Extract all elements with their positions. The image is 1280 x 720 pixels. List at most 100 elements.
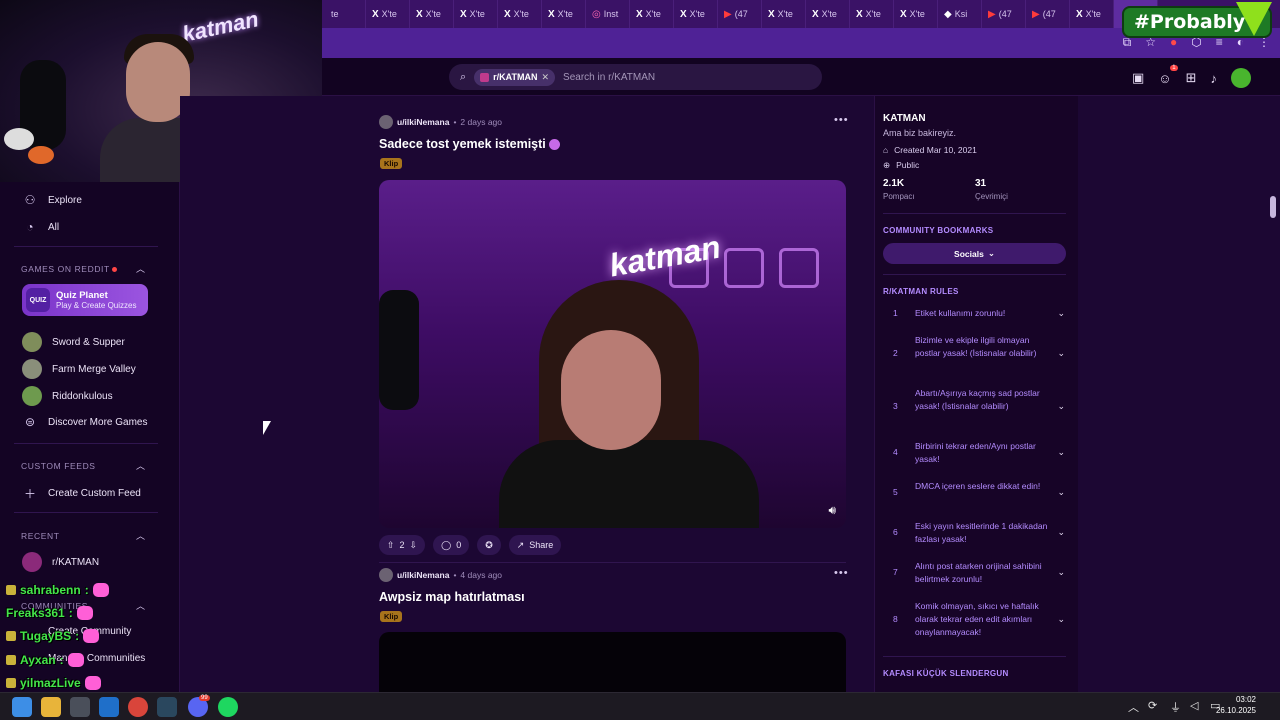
system-clock[interactable]: 03:02 26.10.2025 <box>1216 694 1256 716</box>
post-more-options-icon[interactable]: ••• <box>834 567 849 579</box>
chevron-down-icon[interactable]: ⌄ <box>1057 307 1065 320</box>
post-video[interactable]: katman 🔊︎ <box>379 180 846 528</box>
chevron-down-icon[interactable]: ⌄ <box>1057 440 1065 466</box>
tab-favicon-icon: ▶ <box>724 8 732 20</box>
post-more-options-icon[interactable]: ••• <box>834 114 849 126</box>
advertise-icon[interactable]: ▣ <box>1132 70 1144 86</box>
browser-tab[interactable]: X X'te <box>630 0 674 28</box>
start-icon[interactable] <box>12 697 32 717</box>
rule-item[interactable]: 6 Eski yayın kesitlerinde 1 dakikadan faz… <box>893 520 1065 546</box>
post-flair[interactable]: Klip <box>380 158 403 169</box>
award-button[interactable]: ✪ <box>477 535 501 555</box>
post-title[interactable]: Awpsiz map hatırlatması <box>379 590 525 604</box>
browser-tab[interactable]: X X'te <box>674 0 718 28</box>
create-post-icon[interactable]: ⊞ <box>1186 70 1197 86</box>
upvote-icon[interactable]: ⇧ <box>387 540 395 551</box>
spotify-icon[interactable] <box>218 697 238 717</box>
browser-tab[interactable]: X X'te <box>850 0 894 28</box>
browser-tab[interactable]: X X'te <box>542 0 586 28</box>
chat-icon[interactable]: ☺ 1 <box>1158 64 1178 86</box>
search-placeholder[interactable]: Search in r/KATMAN <box>563 72 655 83</box>
user-avatar[interactable] <box>1230 68 1251 88</box>
chevron-up-icon[interactable]: ︿ <box>136 262 145 275</box>
share-label: Share <box>529 540 554 550</box>
steam-icon[interactable] <box>157 697 177 717</box>
community-description: Ama biz bakireyiz. <box>883 128 957 138</box>
sidebar-game-sword-supper[interactable]: Sword & Supper <box>22 332 125 352</box>
browser-tab[interactable]: ◎ Inst <box>586 0 630 28</box>
tab-title: X'te <box>821 9 837 19</box>
sidebar-game-farm-merge-valley[interactable]: Farm Merge Valley <box>22 359 136 379</box>
tray-chevron-up-icon[interactable]: ︿ <box>1128 699 1139 715</box>
browser-tab[interactable]: X X'te <box>806 0 850 28</box>
tray-volume-icon[interactable]: ◁ <box>1190 699 1198 712</box>
outlook-icon[interactable] <box>99 697 119 717</box>
sidebar-item-all[interactable]: ◔ All <box>22 220 59 234</box>
rule-item[interactable]: 8 Komik olmayan, sıkıcı ve haftalık olara… <box>893 600 1065 639</box>
notifications-bell-icon[interactable]: ♪ <box>1210 71 1217 86</box>
chevron-up-icon[interactable]: ︿ <box>136 599 145 612</box>
chevron-up-icon[interactable]: ︿ <box>136 529 145 542</box>
create-custom-feed-label: Create Custom Feed <box>48 488 141 499</box>
browser-tab[interactable]: ▶ (47 <box>718 0 762 28</box>
tray-microphone-icon[interactable]: ⏚ <box>1170 699 1181 715</box>
browser-tab[interactable]: X X'te <box>366 0 410 28</box>
chat-separator: : <box>75 629 80 643</box>
socials-button[interactable]: Socials ⌄ <box>883 243 1066 264</box>
volume-icon[interactable]: 🔊︎ <box>828 503 836 518</box>
sidebar-discover-more-games[interactable]: ⊜ Discover More Games <box>22 415 148 429</box>
tray-sync-icon[interactable]: ⟳ <box>1148 699 1157 712</box>
rule-item[interactable]: 1 Etiket kullanımı zorunlu! ⌄ <box>893 307 1065 320</box>
sidebar-create-custom-feed[interactable]: ＋ Create Custom Feed <box>22 485 141 502</box>
chevron-down-icon[interactable]: ⌄ <box>1057 520 1065 546</box>
games-section-header[interactable]: GAMES ON REDDIT <box>21 264 117 274</box>
browser-tab[interactable]: ◆ Ksi <box>938 0 982 28</box>
file-explorer-icon[interactable] <box>41 697 61 717</box>
share-button[interactable]: ↗ Share <box>508 535 562 555</box>
user-avatar-icon[interactable] <box>379 115 393 129</box>
search-bar[interactable]: ⌕ r/KATMAN ✕ Search in r/KATMAN <box>449 64 822 90</box>
chevron-down-icon[interactable]: ⌄ <box>1057 334 1065 360</box>
browser-tab[interactable]: X X'te <box>498 0 542 28</box>
browser-tab[interactable]: X X'te <box>762 0 806 28</box>
page-scrollbar[interactable] <box>1270 64 1276 690</box>
post-author[interactable]: u/ilkiNemana <box>397 570 449 580</box>
custom-feeds-header[interactable]: CUSTOM FEEDS <box>21 461 96 471</box>
chrome-icon[interactable] <box>128 697 148 717</box>
sidebar-game-quiz-planet[interactable]: QUIZ Quiz Planet Play & Create Quizzes <box>22 284 148 316</box>
browser-tab[interactable]: te <box>322 0 366 28</box>
clear-chip-icon[interactable]: ✕ <box>542 72 550 83</box>
chevron-down-icon[interactable]: ⌄ <box>1057 600 1065 639</box>
post-author[interactable]: u/ilkiNemana <box>397 117 449 127</box>
rule-item[interactable]: 4 Birbirini tekrar eden/Aynı postlar yasa… <box>893 440 1065 466</box>
rule-item[interactable]: 2 Bizimle ve ekiple ilgili olmayan postla… <box>893 334 1065 360</box>
recent-header[interactable]: RECENT <box>21 531 60 541</box>
chevron-down-icon[interactable]: ⌄ <box>1057 387 1065 413</box>
rule-item[interactable]: 7 Alıntı post atarken orijinal sahibini b… <box>893 560 1065 586</box>
community-search-chip[interactable]: r/KATMAN ✕ <box>474 68 556 86</box>
post-video[interactable] <box>379 632 846 692</box>
chevron-down-icon[interactable]: ⌄ <box>1057 480 1065 499</box>
downvote-icon[interactable]: ⇩ <box>410 540 418 551</box>
probably-overlay-badge: #Probably <box>1122 2 1272 38</box>
chevron-down-icon[interactable]: ⌄ <box>1057 560 1065 586</box>
post-title[interactable]: Sadece tost yemek istemişti <box>379 137 561 151</box>
sidebar-item-explore[interactable]: ⚇ Explore <box>22 193 82 207</box>
browser-tab[interactable]: ▶ (47 <box>1026 0 1070 28</box>
rule-item[interactable]: 3 Abartı/Aşırıya kaçmış sad postlar yasak… <box>893 387 1065 413</box>
sidebar-game-riddonkulous[interactable]: Riddonkulous <box>22 386 113 406</box>
browser-tab[interactable]: X X'te <box>454 0 498 28</box>
browser-tab[interactable]: X X'te <box>1070 0 1114 28</box>
browser-tab[interactable]: ▶ (47 <box>982 0 1026 28</box>
user-avatar-icon[interactable] <box>379 568 393 582</box>
store-icon[interactable] <box>70 697 90 717</box>
chevron-up-icon[interactable]: ︿ <box>136 459 145 472</box>
comments-button[interactable]: ◯ 0 <box>433 535 470 555</box>
rule-item[interactable]: 5 DMCA içeren seslere dikkat edin! ⌄ <box>893 480 1065 499</box>
browser-tab[interactable]: X X'te <box>410 0 454 28</box>
browser-tab[interactable]: X X'te <box>894 0 938 28</box>
scrollbar-thumb[interactable] <box>1270 196 1276 218</box>
post-flair[interactable]: Klip <box>380 611 403 622</box>
sidebar-recent-katman[interactable]: r/KATMAN <box>22 552 99 572</box>
rule-text: Abartı/Aşırıya kaçmış sad postlar yasak!… <box>915 388 1040 411</box>
